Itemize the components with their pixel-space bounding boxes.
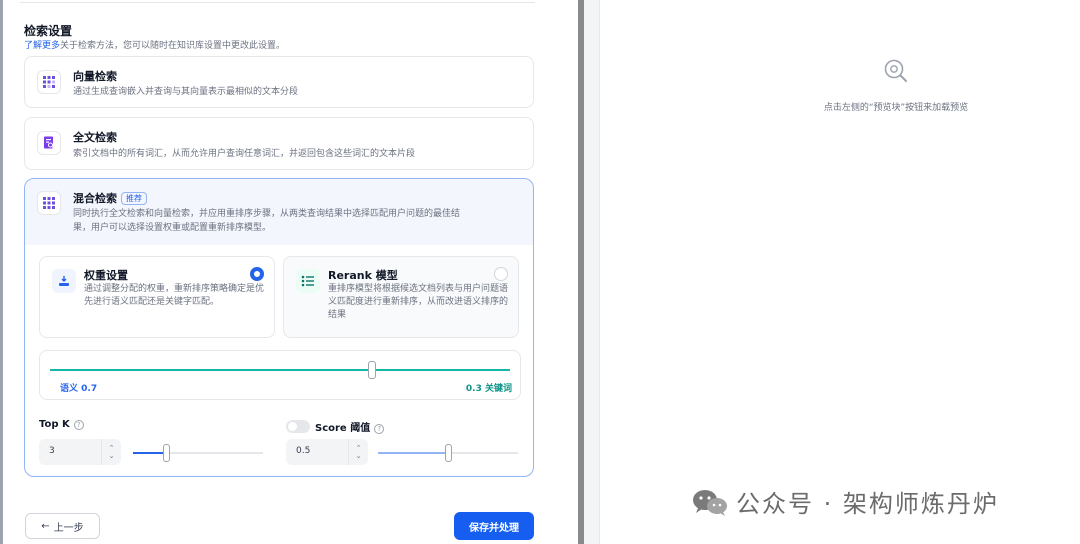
weight-slider-box: 语义 0.7 0.3 关键词 bbox=[39, 350, 521, 400]
preview-search-icon bbox=[882, 57, 910, 89]
panel-edge bbox=[0, 0, 3, 544]
stepper-down-icon[interactable]: ⌄ bbox=[109, 452, 115, 460]
score-threshold-label: Score 阈值? bbox=[315, 419, 385, 434]
hybrid-search-label: 混合检索 bbox=[73, 192, 117, 205]
hybrid-desc-line-1: 同时执行全文检索和向量检索，并应用重排序步骤，从两类查询结果中选择匹配用户问题的… bbox=[73, 209, 461, 219]
top-k-label: Top K? bbox=[39, 419, 84, 430]
preview-gutter bbox=[584, 0, 600, 544]
fulltext-search-desc: 索引文档中的所有词汇，从而允许用户查询任意词汇，并返回包含这些词汇的文本片段 bbox=[73, 149, 416, 159]
score-help-icon[interactable]: ? bbox=[374, 424, 385, 434]
document-search-icon bbox=[37, 131, 61, 155]
weight-settings-radio[interactable] bbox=[250, 267, 264, 281]
stepper-down-icon[interactable]: ⌄ bbox=[356, 452, 362, 460]
hybrid-desc-line-2: 果，用户可以选择设置权重或配置重新排序模型。 bbox=[73, 223, 272, 233]
learn-more-link[interactable]: 了解更多 bbox=[24, 41, 60, 51]
score-slider-handle[interactable] bbox=[445, 444, 452, 462]
top-k-slider-handle[interactable] bbox=[162, 444, 170, 462]
arrow-left-icon: ← bbox=[41, 520, 50, 532]
weight-slider-handle[interactable] bbox=[368, 361, 376, 379]
hybrid-grid-icon bbox=[37, 191, 61, 215]
fulltext-search-card[interactable]: 全文检索 索引文档中的所有词汇，从而允许用户查询任意词汇，并返回包含这些词汇的文… bbox=[24, 117, 534, 170]
save-and-process-button[interactable]: 保存并处理 bbox=[454, 512, 534, 540]
back-button[interactable]: ← 上一步 bbox=[25, 513, 100, 539]
score-threshold-input[interactable]: 0.5 ⌃ ⌄ bbox=[286, 439, 368, 465]
weight-settings-title: 权重设置 bbox=[84, 269, 128, 282]
top-k-slider[interactable] bbox=[133, 444, 263, 462]
back-button-label: 上一步 bbox=[53, 522, 84, 534]
score-threshold-toggle[interactable] bbox=[286, 420, 310, 433]
hybrid-search-title: 混合检索 推荐 bbox=[73, 190, 147, 206]
score-threshold-value: 0.5 bbox=[296, 446, 311, 456]
score-slider-fill bbox=[378, 452, 448, 454]
top-k-slider-fill bbox=[133, 452, 166, 454]
vector-grid-icon bbox=[37, 70, 61, 94]
stepper-up-icon[interactable]: ⌃ bbox=[109, 444, 115, 452]
retrieval-settings-title: 检索设置 bbox=[24, 24, 73, 38]
score-threshold-text: Score 阈值 bbox=[315, 423, 371, 434]
hybrid-search-card[interactable]: 混合检索 推荐 同时执行全文检索和向量检索，并应用重排序步骤，从两类查询结果中选择… bbox=[24, 178, 534, 477]
semantic-weight-label: 语义 0.7 bbox=[60, 384, 98, 394]
watermark: 公众号 · 架构师炼丹炉 bbox=[690, 484, 999, 519]
fulltext-search-title: 全文检索 bbox=[73, 131, 117, 144]
retrieval-desc-text: 关于检索方法，您可以随时在知识库设置中更改此设置。 bbox=[60, 41, 286, 51]
recommended-badge: 推荐 bbox=[121, 192, 147, 205]
weight-settings-desc: 通过调整分配的权重，重新排序策略确定是优先进行语义匹配还是关键字匹配。 bbox=[84, 284, 265, 307]
weight-balance-icon bbox=[52, 269, 76, 293]
wechat-icon bbox=[693, 489, 727, 516]
vector-search-card[interactable]: 向量检索 通过生成查询嵌入并查询与其向量表示最相似的文本分段 bbox=[24, 56, 534, 108]
top-k-help-icon[interactable]: ? bbox=[73, 420, 84, 430]
rerank-model-desc: 重排序模型将根据候选文档列表与用户问题语义匹配度进行重新排序，从而改进语义排序的… bbox=[328, 284, 509, 320]
rerank-model-option[interactable]: Rerank 模型 重排序模型将根据候选文档列表与用户问题语义匹配度进行重新排序… bbox=[283, 256, 519, 338]
rerank-model-radio[interactable] bbox=[494, 267, 508, 281]
vector-search-title: 向量检索 bbox=[73, 70, 117, 83]
weight-slider-track[interactable] bbox=[50, 369, 510, 371]
stepper-up-icon[interactable]: ⌃ bbox=[356, 444, 362, 452]
settings-panel: 检索设置 了解更多关于检索方法，您可以随时在知识库设置中更改此设置。 向量检索 … bbox=[0, 0, 578, 544]
vector-search-desc: 通过生成查询嵌入并查询与其向量表示最相似的文本分段 bbox=[73, 87, 299, 97]
top-k-input[interactable]: 3 ⌃ ⌄ bbox=[39, 439, 121, 465]
keyword-weight-label: 0.3 关键词 bbox=[465, 384, 512, 394]
score-threshold-slider[interactable] bbox=[378, 444, 518, 462]
top-k-stepper[interactable]: ⌃ ⌄ bbox=[101, 439, 121, 465]
watermark-text: 公众号 · 架构师炼丹炉 bbox=[736, 490, 999, 518]
rerank-list-icon bbox=[296, 269, 320, 293]
retrieval-settings-desc: 了解更多关于检索方法，您可以随时在知识库设置中更改此设置。 bbox=[24, 38, 285, 51]
top-k-value: 3 bbox=[49, 446, 55, 456]
score-stepper[interactable]: ⌃ ⌄ bbox=[348, 439, 368, 465]
hybrid-search-desc: 同时执行全文检索和向量检索，并应用重排序步骤，从两类查询结果中选择匹配用户问题的… bbox=[73, 207, 523, 235]
weight-settings-option[interactable]: 权重设置 通过调整分配的权重，重新排序策略确定是优先进行语义匹配还是关键字匹配。 bbox=[39, 256, 275, 338]
rerank-model-title: Rerank 模型 bbox=[328, 269, 398, 282]
top-divider bbox=[20, 0, 535, 3]
top-k-text: Top K bbox=[39, 419, 70, 430]
preview-hint-text: 点击左侧的“预览块”按钮来加载预览 bbox=[823, 103, 969, 113]
app-root: 检索设置 了解更多关于检索方法，您可以随时在知识库设置中更改此设置。 向量检索 … bbox=[0, 0, 1080, 544]
